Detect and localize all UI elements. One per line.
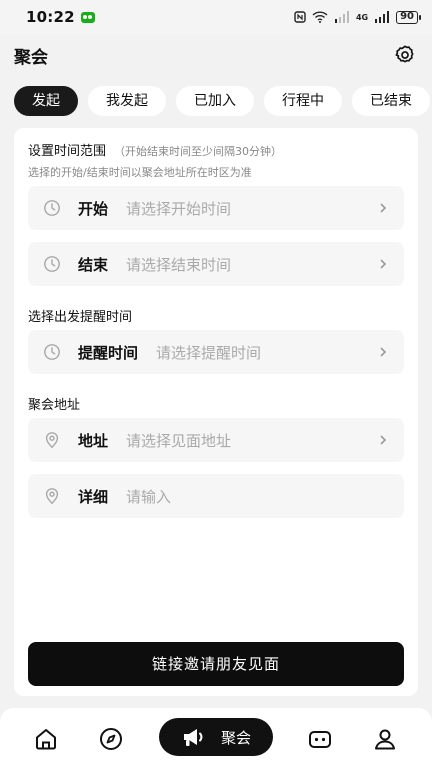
invite-link-button[interactable]: 链接邀请朋友见面 — [28, 642, 404, 686]
network-type: 4G — [355, 12, 369, 22]
settings-button[interactable] — [392, 42, 418, 68]
start-time-field[interactable]: 开始 请选择开始时间 — [28, 186, 404, 230]
location-pin-icon — [42, 430, 62, 450]
tab-initiate[interactable]: 发起 — [14, 86, 78, 116]
reminder-time-placeholder: 请选择提醒时间 — [156, 343, 262, 362]
signal-1-icon — [334, 11, 349, 23]
tab-bar: 发起 我发起 已加入 行程中 已结束 — [14, 86, 430, 116]
status-indicators: 4G 90 — [294, 10, 421, 24]
location-pin-icon — [42, 486, 62, 506]
compass-icon — [100, 728, 122, 750]
bottom-nav: 聚会 — [0, 708, 432, 768]
tab-my-initiated[interactable]: 我发起 — [88, 86, 166, 116]
end-time-placeholder: 请选择结束时间 — [126, 255, 232, 274]
nav-discover[interactable] — [97, 725, 125, 753]
signal-2-icon — [375, 11, 390, 23]
chevron-right-icon — [376, 201, 390, 215]
chevron-right-icon — [376, 345, 390, 359]
status-time: 10:22 — [26, 8, 75, 26]
detail-address-input[interactable]: 详细 请输入 — [28, 474, 404, 518]
battery-indicator: 90 — [396, 10, 421, 24]
reminder-section-title: 选择出发提醒时间 — [28, 310, 133, 325]
profile-icon — [375, 729, 395, 750]
gear-icon — [395, 45, 414, 63]
wifi-icon — [312, 11, 328, 23]
address-field[interactable]: 地址 请选择见面地址 — [28, 418, 404, 462]
gathering-form-card: 设置时间范围 （开始结束时间至少间隔30分钟） 选择的开始/结束时间以聚会地址所在… — [14, 128, 418, 696]
detail-label: 详细 — [78, 487, 109, 506]
start-time-placeholder: 请选择开始时间 — [126, 199, 232, 218]
nav-home[interactable] — [32, 725, 60, 753]
detail-placeholder: 请输入 — [126, 487, 172, 506]
page-title: 聚会 — [14, 47, 48, 68]
wechat-notification-icon — [80, 11, 95, 23]
status-bar: 10:22 4G 90 — [0, 0, 432, 34]
time-section-title: 设置时间范围 — [28, 144, 107, 159]
address-section-title: 聚会地址 — [28, 398, 81, 413]
timezone-hint: 选择的开始/结束时间以聚会地址所在时区为准 — [28, 166, 252, 179]
end-time-field[interactable]: 结束 请选择结束时间 — [28, 242, 404, 286]
start-time-label: 开始 — [78, 199, 109, 218]
end-time-label: 结束 — [78, 255, 109, 274]
time-section-header: 设置时间范围 （开始结束时间至少间隔30分钟） — [28, 140, 282, 159]
tab-in-progress[interactable]: 行程中 — [264, 86, 342, 116]
clock-icon — [42, 254, 62, 274]
header: 聚会 — [0, 34, 432, 76]
tab-joined[interactable]: 已加入 — [176, 86, 254, 116]
address-placeholder: 请选择见面地址 — [126, 431, 232, 450]
chevron-right-icon — [376, 257, 390, 271]
chat-bot-icon — [309, 731, 331, 748]
megaphone-icon — [183, 729, 203, 746]
tab-ended[interactable]: 已结束 — [352, 86, 430, 116]
reminder-time-field[interactable]: 提醒时间 请选择提醒时间 — [28, 330, 404, 374]
clock-icon — [42, 342, 62, 362]
nav-chat[interactable] — [306, 725, 334, 753]
nav-gathering[interactable]: 聚会 — [159, 718, 273, 756]
nfc-icon — [294, 11, 306, 23]
nav-profile[interactable] — [371, 725, 399, 753]
clock-icon — [42, 198, 62, 218]
nav-gathering-label: 聚会 — [220, 728, 251, 747]
address-label: 地址 — [78, 431, 109, 450]
chevron-right-icon — [376, 433, 390, 447]
reminder-time-label: 提醒时间 — [78, 343, 139, 362]
home-icon — [36, 729, 56, 750]
time-section-note: （开始结束时间至少间隔30分钟） — [114, 145, 283, 158]
